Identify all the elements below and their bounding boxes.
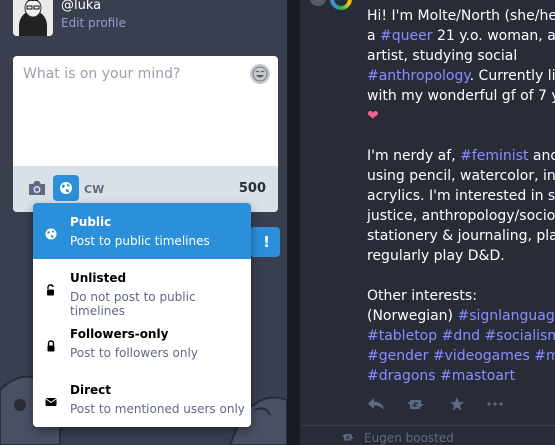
hashtag-link[interactable]: #mastoart bbox=[440, 368, 515, 384]
privacy-dropdown: Public Post to public timelines Unlisted… bbox=[33, 203, 251, 427]
status-line: acrylics. I'm interested in so bbox=[367, 188, 555, 204]
envelope-icon bbox=[45, 393, 57, 406]
hashtag-link[interactable]: #gender bbox=[367, 348, 428, 364]
hashtag-link[interactable]: #feminist bbox=[460, 148, 528, 164]
status-text-fragment: a bbox=[367, 28, 381, 44]
status-line: Other interests: bbox=[367, 288, 477, 304]
status-line: with my wonderful gf of 7 ye bbox=[367, 88, 555, 104]
emoji-picker-icon[interactable] bbox=[250, 64, 270, 84]
boosted-by-text[interactable]: Eugen boosted bbox=[364, 431, 454, 445]
privacy-option-title: Direct bbox=[70, 383, 111, 397]
privacy-option-title: Public bbox=[70, 215, 112, 229]
avatar[interactable] bbox=[13, 0, 53, 36]
privacy-option-unlisted[interactable]: Unlisted Do not post to public timelines bbox=[33, 259, 251, 318]
boost-icon bbox=[342, 431, 356, 445]
edit-profile-link[interactable]: Edit profile bbox=[61, 16, 126, 30]
hashtag-link[interactable]: #queer bbox=[380, 28, 432, 44]
boost-icon[interactable] bbox=[407, 397, 427, 411]
content-warning-button[interactable]: CW bbox=[84, 183, 104, 196]
hashtag-link[interactable]: #dnd bbox=[442, 328, 480, 344]
lock-icon bbox=[45, 337, 57, 352]
privacy-option-desc: Do not post to public timelines bbox=[70, 290, 196, 318]
column-gap bbox=[287, 0, 300, 445]
privacy-globe-icon[interactable] bbox=[53, 175, 79, 201]
privacy-option-desc: Post to followers only bbox=[70, 346, 198, 360]
status-line: using pencil, watercolor, ink bbox=[367, 168, 555, 184]
character-counter: 500 bbox=[238, 181, 266, 196]
unlock-icon bbox=[45, 281, 57, 296]
privacy-option-desc: Post to mentioned users only bbox=[70, 402, 245, 416]
status-divider bbox=[300, 425, 555, 426]
hashtag-link[interactable]: #socialism bbox=[484, 328, 555, 344]
hashtag-link[interactable]: #mon bbox=[534, 348, 555, 364]
status-text-fragment: and # bbox=[532, 148, 555, 164]
hashtag-link[interactable]: #tabletop bbox=[367, 328, 437, 344]
privacy-option-title: Followers-only bbox=[70, 327, 169, 341]
privacy-option-title: Unlisted bbox=[70, 271, 127, 285]
status-action-bar bbox=[367, 396, 503, 412]
compose-form: What is on your mind? CW 500 bbox=[13, 56, 278, 212]
status-text-fragment: . Currently livi bbox=[469, 68, 555, 84]
status-line: regularly play D&D. bbox=[367, 248, 505, 264]
camera-icon[interactable] bbox=[27, 180, 47, 196]
privacy-option-public[interactable]: Public Post to public timelines bbox=[33, 203, 251, 259]
profile-handle: @luka bbox=[61, 0, 102, 13]
heart-emoji: ❤ bbox=[367, 108, 379, 124]
avatar[interactable] bbox=[330, 0, 352, 10]
star-icon[interactable] bbox=[449, 396, 465, 412]
reply-icon[interactable] bbox=[367, 397, 385, 411]
more-icon[interactable] bbox=[487, 402, 503, 406]
privacy-option-desc: Post to public timelines bbox=[70, 234, 210, 248]
privacy-option-direct[interactable]: Direct Post to mentioned users only bbox=[33, 371, 251, 427]
status-content: Hi! I'm Molte/North (she/her a #queer 21… bbox=[367, 0, 555, 386]
status-line: stationery & journaling, plant bbox=[367, 228, 555, 244]
toot-button[interactable]: ! bbox=[250, 227, 280, 257]
status-text-fragment: 21 y.o. woman, asp bbox=[436, 28, 555, 44]
hashtag-link[interactable]: #videogames bbox=[433, 348, 530, 364]
privacy-option-followers-only[interactable]: Followers-only Post to followers only bbox=[33, 315, 251, 371]
hashtag-link[interactable]: #anthropology bbox=[367, 68, 470, 84]
globe-icon bbox=[45, 225, 57, 240]
status-line: Hi! I'm Molte/North (she/her bbox=[367, 8, 555, 24]
status-text-fragment: (Norwegian) bbox=[367, 308, 458, 324]
avatar[interactable] bbox=[310, 0, 326, 6]
boosted-by-line: Eugen boosted bbox=[342, 431, 454, 445]
hashtag-link[interactable]: #signlanguage bbox=[457, 308, 555, 324]
status-line: artist, studying social bbox=[367, 48, 518, 64]
hashtag-link[interactable]: #dragons bbox=[367, 368, 436, 384]
status-line: justice, anthropology/sociol bbox=[367, 208, 555, 224]
timeline-column: Hi! I'm Molte/North (she/her a #queer 21… bbox=[300, 0, 555, 445]
status-text-fragment: I'm nerdy af, bbox=[367, 148, 461, 164]
compose-textarea[interactable]: What is on your mind? bbox=[23, 66, 180, 82]
